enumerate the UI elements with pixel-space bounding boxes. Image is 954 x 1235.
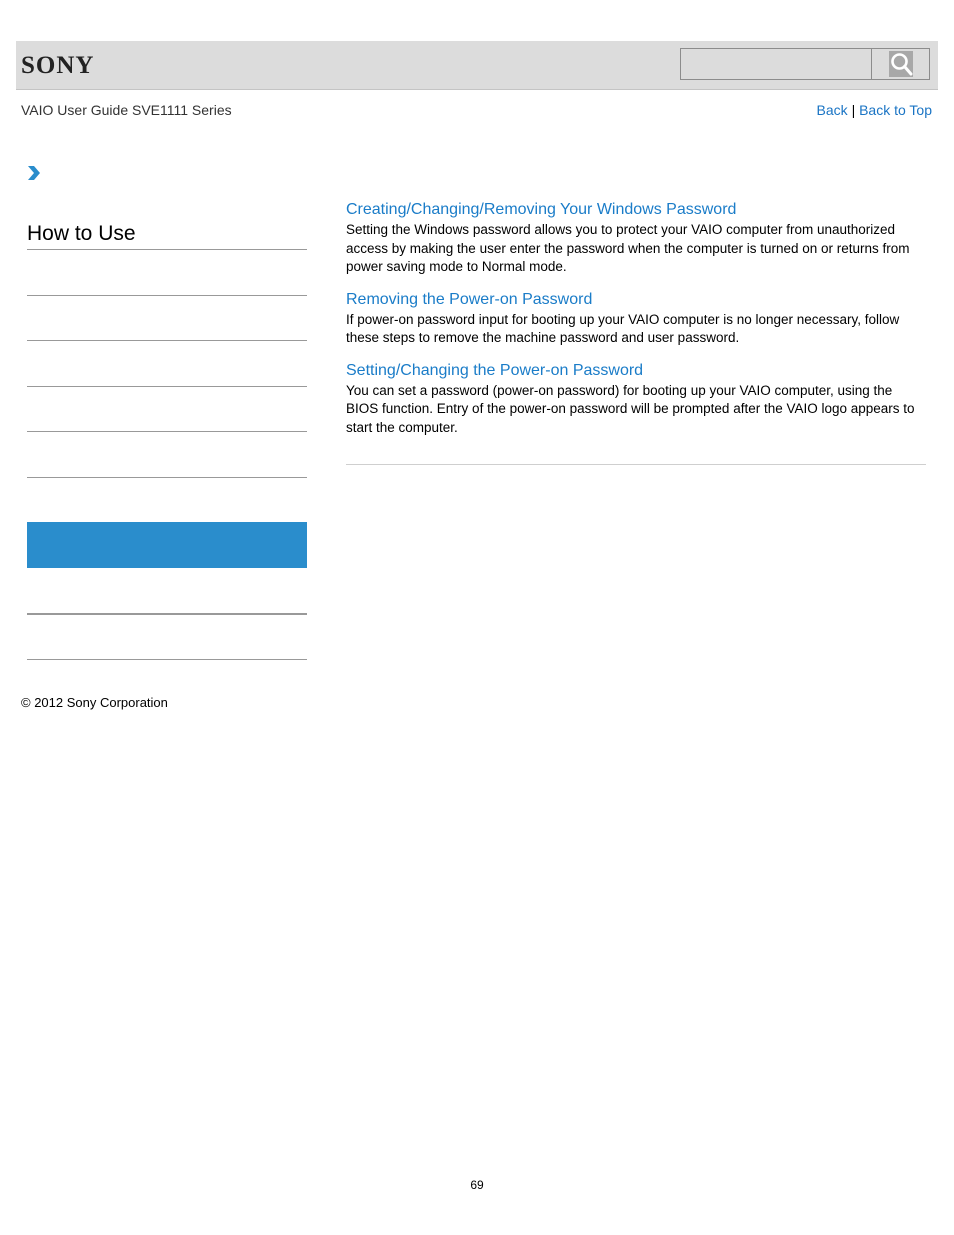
topic-link[interactable]: Removing the Power-on Password	[346, 290, 928, 309]
sidebar-item-1[interactable]	[27, 295, 307, 296]
topic-section: Setting/Changing the Power-on Password Y…	[346, 361, 928, 438]
sidebar-title: How to Use	[27, 222, 136, 245]
topic-link[interactable]: Creating/Changing/Removing Your Windows …	[346, 200, 928, 219]
top-links: Back | Back to Top	[817, 102, 932, 118]
header-bar: SONY	[16, 41, 938, 90]
topic-description: You can set a password (power-on passwor…	[346, 382, 915, 435]
sidebar-item-3[interactable]	[27, 386, 307, 387]
main-content: Creating/Changing/Removing Your Windows …	[346, 200, 928, 450]
search-button[interactable]	[872, 49, 929, 79]
back-link[interactable]: Back	[817, 102, 848, 118]
topic-section: Removing the Power-on Password If power-…	[346, 290, 928, 348]
sidebar-item-9[interactable]	[27, 659, 307, 660]
search-box	[680, 48, 930, 80]
topic-section: Creating/Changing/Removing Your Windows …	[346, 200, 928, 277]
sony-logo[interactable]: SONY	[21, 52, 94, 80]
content-divider	[346, 464, 926, 465]
sidebar-item-active[interactable]	[27, 522, 307, 568]
back-to-top-link[interactable]: Back to Top	[859, 102, 932, 118]
sidebar-item-4[interactable]	[27, 431, 307, 432]
sidebar-divider	[27, 249, 307, 250]
topic-link[interactable]: Setting/Changing the Power-on Password	[346, 361, 928, 380]
link-separator: |	[851, 102, 856, 118]
search-icon	[888, 51, 913, 77]
topic-description: If power-on password input for booting u…	[346, 311, 900, 346]
page-number: 69	[470, 1178, 484, 1192]
copyright: © 2012 Sony Corporation	[21, 695, 168, 710]
sidebar-item-5[interactable]	[27, 477, 307, 478]
sidebar-item-8[interactable]	[27, 613, 307, 615]
search-input[interactable]	[681, 49, 872, 79]
sidebar-item-2[interactable]	[27, 340, 307, 341]
topic-description: Setting the Windows password allows you …	[346, 222, 910, 274]
chevron-right-icon[interactable]	[27, 165, 41, 186]
guide-title: VAIO User Guide SVE1111 Series	[21, 102, 232, 118]
